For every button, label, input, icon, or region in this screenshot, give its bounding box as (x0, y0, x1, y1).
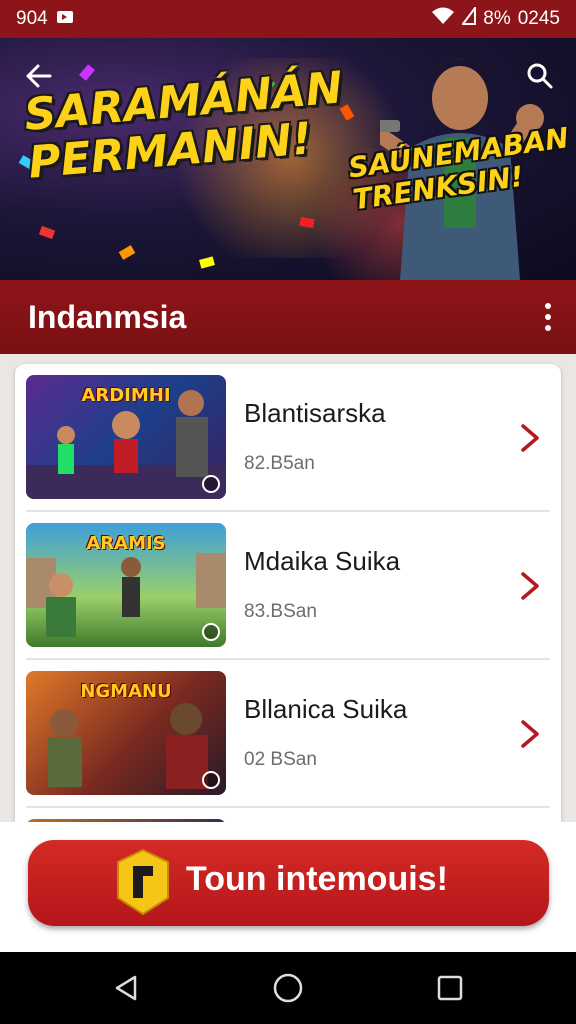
game-meta: 02 BSan (244, 749, 317, 770)
search-icon (527, 63, 553, 89)
badge-icon (202, 475, 220, 493)
battery-level: 8% (483, 8, 511, 29)
nav-back-button[interactable] (108, 970, 144, 1006)
badge-icon (202, 623, 220, 641)
shield-icon (117, 848, 169, 916)
join-tournament-label: Toun intemouis! (186, 860, 448, 898)
cta-area: Toun intemouis! (0, 822, 576, 952)
game-name: Blantisarska (244, 398, 386, 428)
join-tournament-button[interactable]: Toun intemouis! (28, 840, 549, 926)
game-meta: 82.B5an (244, 453, 315, 474)
back-arrow-icon (26, 64, 52, 88)
list-item[interactable]: NGMANU Bllanica Suika 02 BSan (15, 660, 561, 808)
nav-home-button[interactable] (270, 970, 306, 1006)
game-thumbnail: NGMANU (26, 671, 226, 795)
square-recents-icon (437, 975, 463, 1001)
wifi-icon (431, 7, 455, 31)
status-bar: 904 8% 0245 (0, 0, 576, 38)
search-button[interactable] (520, 56, 560, 96)
more-options-button[interactable] (538, 297, 558, 337)
nav-recents-button[interactable] (432, 970, 468, 1006)
game-list: ARDIMHI Blantisarska 82.B5an ARAMIS Mdai… (15, 364, 561, 834)
chevron-right-icon (521, 720, 539, 748)
list-item[interactable]: ARAMIS Mdaika Suika 83.BSan (15, 512, 561, 660)
badge-icon (202, 771, 220, 789)
game-meta: 83.BSan (244, 601, 317, 622)
signal-icon (461, 5, 477, 31)
notification-icon (56, 8, 74, 30)
chevron-right-icon (521, 424, 539, 452)
page-header: Indanmsia (0, 280, 576, 354)
status-left-text: 904 (16, 8, 48, 29)
chevron-right-icon (521, 572, 539, 600)
game-name: Mdaika Suika (244, 546, 401, 576)
back-button[interactable] (18, 56, 58, 96)
list-item[interactable]: ARDIMHI Blantisarska 82.B5an (15, 364, 561, 512)
triangle-back-icon (115, 975, 137, 1001)
hero-banner: SARAMÁNÁN PERMANIN! SAÚNEMABAN TRENKSIN! (0, 38, 576, 280)
more-vert-icon (545, 303, 551, 309)
game-thumbnail: ARAMIS (26, 523, 226, 647)
game-name: Bllanica Suika (244, 694, 408, 724)
system-nav-bar (0, 952, 576, 1024)
page-title: Indanmsia (28, 298, 187, 335)
game-thumbnail: ARDIMHI (26, 375, 226, 499)
circle-home-icon (273, 973, 303, 1003)
clock: 0245 (517, 8, 560, 29)
